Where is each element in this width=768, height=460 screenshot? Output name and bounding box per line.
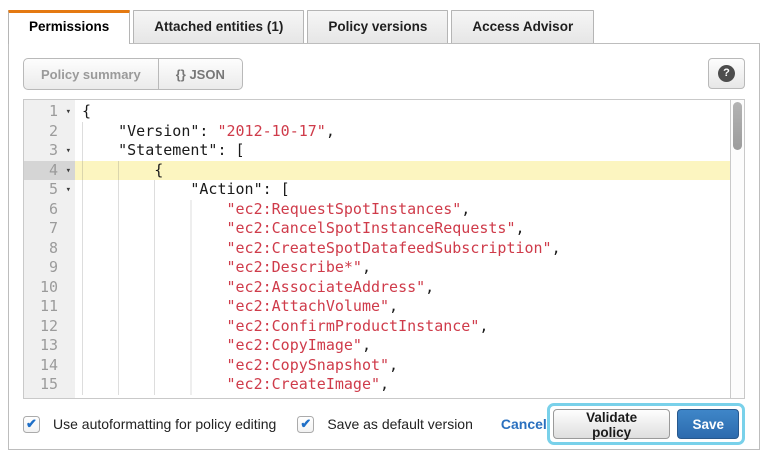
line-number: 15 <box>24 375 75 395</box>
line-number: 8 <box>24 239 75 259</box>
editor-code[interactable]: {"Version": "2012-10-17","Statement": [{… <box>75 100 730 398</box>
line-number: 11 <box>24 297 75 317</box>
save-button[interactable]: Save <box>677 409 739 439</box>
save-focus-ring: Validate policy Save <box>547 403 745 445</box>
line-number: 4▾ <box>24 161 75 181</box>
code-line[interactable]: "ec2:CreateSpotDatafeedSubscription", <box>75 239 730 259</box>
default-version-checkbox[interactable]: ✔ <box>297 416 314 433</box>
view-toggle-group: Policy summary {} JSON <box>23 58 243 90</box>
indent-guides <box>82 180 190 200</box>
code-line[interactable]: { <box>75 161 730 181</box>
editor-footer: ✔ Use autoformatting for policy editing … <box>23 403 745 445</box>
line-number: 5▾ <box>24 180 75 200</box>
indent-guides <box>82 219 226 239</box>
autoformat-label: Use autoformatting for policy editing <box>53 416 276 432</box>
tab-policy-versions[interactable]: Policy versions <box>307 10 448 43</box>
help-button[interactable]: ? <box>708 58 745 89</box>
line-number: 10 <box>24 278 75 298</box>
tab-attached-entities-1[interactable]: Attached entities (1) <box>133 10 304 43</box>
code-line[interactable]: "ec2:ConfirmProductInstance", <box>75 317 730 337</box>
policy-editor-page: PermissionsAttached entities (1)Policy v… <box>0 10 768 460</box>
policy-json-editor[interactable]: 1▾23▾4▾5▾6789101112131415 {"Version": "2… <box>23 99 745 399</box>
default-version-label: Save as default version <box>327 416 473 432</box>
code-line[interactable]: "Statement": [ <box>75 141 730 161</box>
cancel-link[interactable]: Cancel <box>501 416 547 432</box>
line-number: 3▾ <box>24 141 75 161</box>
help-icon: ? <box>718 65 735 82</box>
indent-guides <box>82 317 226 337</box>
code-line[interactable]: "ec2:CopyImage", <box>75 336 730 356</box>
tab-bar: PermissionsAttached entities (1)Policy v… <box>0 10 768 43</box>
json-button[interactable]: {} JSON <box>159 58 243 90</box>
indent-guides <box>82 336 226 356</box>
editor-gutter: 1▾23▾4▾5▾6789101112131415 <box>24 100 75 398</box>
autoformat-checkbox[interactable]: ✔ <box>23 416 40 433</box>
code-line[interactable]: "ec2:CopySnapshot", <box>75 356 730 376</box>
indent-guides <box>82 278 226 298</box>
indent-guides <box>82 375 226 395</box>
code-line[interactable]: "ec2:AttachVolume", <box>75 297 730 317</box>
code-line[interactable]: { <box>75 102 730 122</box>
indent-guides <box>82 258 226 278</box>
code-line[interactable]: "ec2:AssociateAddress", <box>75 278 730 298</box>
code-line[interactable]: "Version": "2012-10-17", <box>75 122 730 142</box>
indent-guides <box>82 297 226 317</box>
indent-guides <box>82 200 226 220</box>
editor-toolbar: Policy summary {} JSON ? <box>23 58 745 90</box>
code-line[interactable]: "ec2:Describe*", <box>75 258 730 278</box>
code-line[interactable]: "ec2:CancelSpotInstanceRequests", <box>75 219 730 239</box>
indent-guides <box>82 239 226 259</box>
editor-scrollbar[interactable] <box>730 100 744 398</box>
code-line[interactable]: "ec2:RequestSpotInstances", <box>75 200 730 220</box>
fold-arrow-icon[interactable]: ▾ <box>66 181 71 201</box>
line-number: 2 <box>24 122 75 142</box>
indent-guides <box>82 161 154 181</box>
indent-guides <box>82 122 118 142</box>
indent-guides <box>82 356 226 376</box>
code-line[interactable]: "Action": [ <box>75 180 730 200</box>
line-number: 9 <box>24 258 75 278</box>
line-number: 14 <box>24 356 75 376</box>
validate-policy-button[interactable]: Validate policy <box>553 409 671 439</box>
line-number: 6 <box>24 200 75 220</box>
line-number: 13 <box>24 336 75 356</box>
permissions-panel: Policy summary {} JSON ? 1▾23▾4▾5▾678910… <box>8 43 760 450</box>
tab-permissions[interactable]: Permissions <box>8 10 130 44</box>
line-number: 1▾ <box>24 102 75 122</box>
fold-arrow-icon[interactable]: ▾ <box>66 103 71 123</box>
indent-guides <box>82 141 118 161</box>
scrollbar-thumb[interactable] <box>733 102 742 150</box>
tab-access-advisor[interactable]: Access Advisor <box>451 10 594 43</box>
policy-summary-button[interactable]: Policy summary <box>23 58 159 90</box>
code-line[interactable]: "ec2:CreateImage", <box>75 375 730 395</box>
line-number: 12 <box>24 317 75 337</box>
fold-arrow-icon[interactable]: ▾ <box>66 142 71 162</box>
fold-arrow-icon[interactable]: ▾ <box>66 162 71 182</box>
line-number: 7 <box>24 219 75 239</box>
